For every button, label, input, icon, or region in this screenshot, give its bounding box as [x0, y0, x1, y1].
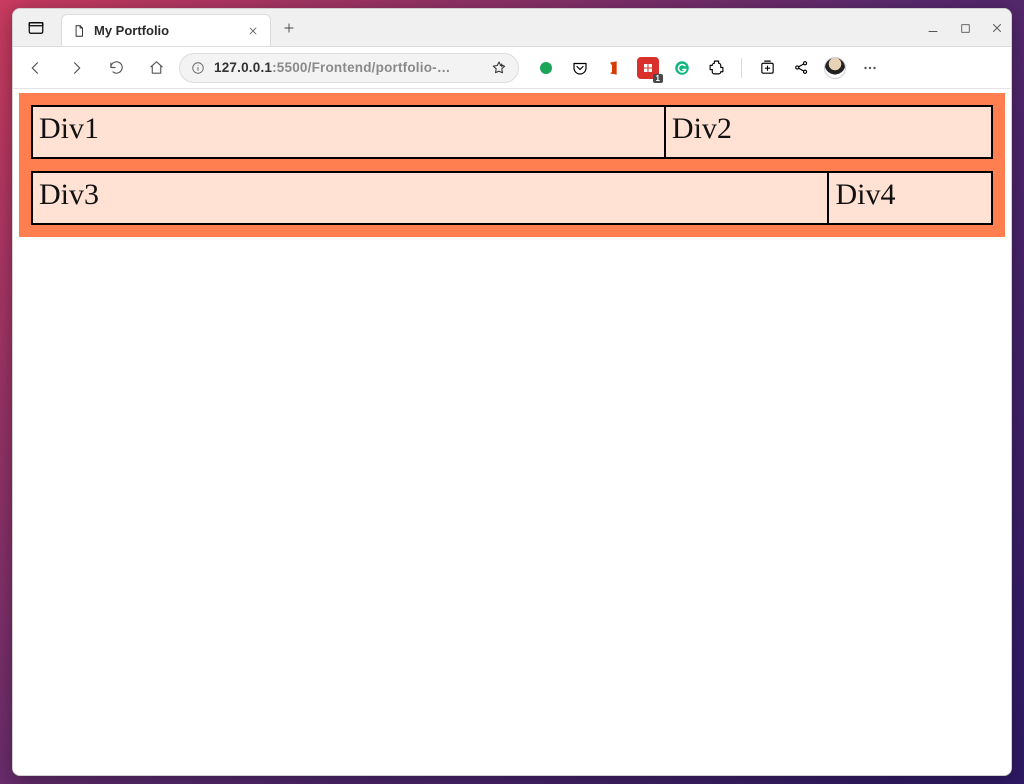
- refresh-button[interactable]: [103, 55, 129, 81]
- close-tab-icon[interactable]: [246, 24, 260, 38]
- toolbar-divider: [741, 58, 742, 78]
- flex-container: Div1 Div2 Div3 Div4: [19, 93, 1005, 237]
- browser-window: My Portfolio: [12, 8, 1012, 776]
- extensions-row: 1: [535, 56, 882, 80]
- extension-red-icon[interactable]: 1: [637, 57, 659, 79]
- page-icon: [72, 24, 86, 38]
- div3-box: Div3: [31, 171, 829, 225]
- flex-row-2: Div3 Div4: [31, 171, 993, 225]
- div1-box: Div1: [31, 105, 666, 159]
- div4-box: Div4: [829, 171, 993, 225]
- extension-green-dot-icon[interactable]: [535, 57, 557, 79]
- more-menu-button[interactable]: [858, 56, 882, 80]
- nav-buttons: [23, 55, 169, 81]
- minimize-icon[interactable]: [925, 20, 941, 36]
- share-icon[interactable]: [790, 57, 812, 79]
- new-tab-button[interactable]: [275, 14, 303, 42]
- tab-strip: My Portfolio: [13, 9, 1011, 47]
- favorite-button[interactable]: [490, 59, 508, 77]
- tab-preview-icon[interactable]: [25, 17, 47, 39]
- grammarly-icon[interactable]: [671, 57, 693, 79]
- window-controls: [925, 9, 1005, 47]
- close-window-icon[interactable]: [989, 20, 1005, 36]
- url-path: :5500/Frontend/portfolio-…: [272, 60, 450, 75]
- extensions-menu-icon[interactable]: [705, 57, 727, 79]
- back-button[interactable]: [23, 55, 49, 81]
- div2-box: Div2: [666, 105, 993, 159]
- home-button[interactable]: [143, 55, 169, 81]
- extension-red-badge: 1: [653, 74, 663, 83]
- url-host: 127.0.0.1: [214, 60, 272, 75]
- profile-avatar[interactable]: [824, 57, 846, 79]
- pocket-icon[interactable]: [569, 57, 591, 79]
- maximize-icon[interactable]: [957, 20, 973, 36]
- office-icon[interactable]: [603, 57, 625, 79]
- forward-button[interactable]: [63, 55, 89, 81]
- page-viewport: Div1 Div2 Div3 Div4: [13, 89, 1011, 775]
- collections-icon[interactable]: [756, 57, 778, 79]
- toolbar: 127.0.0.1:5500/Frontend/portfolio-… 1: [13, 47, 1011, 89]
- site-info-icon[interactable]: [190, 60, 206, 76]
- tab-active[interactable]: My Portfolio: [61, 14, 271, 46]
- tab-title: My Portfolio: [94, 23, 238, 38]
- url-text: 127.0.0.1:5500/Frontend/portfolio-…: [214, 60, 482, 75]
- flex-row-1: Div1 Div2: [31, 105, 993, 159]
- address-bar[interactable]: 127.0.0.1:5500/Frontend/portfolio-…: [179, 53, 519, 83]
